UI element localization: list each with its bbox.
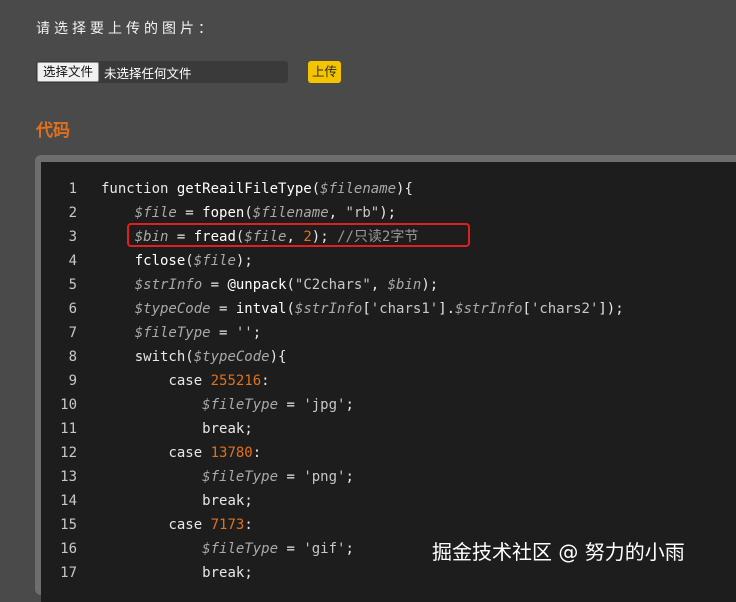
file-input-box[interactable]: 选择文件 未选择任何文件 [36,61,288,83]
no-file-text: 未选择任何文件 [104,65,192,81]
line-number: 5 [68,277,77,293]
code-line: 5 $strInfo = @unpack("C2chars", $bin); [41,273,736,297]
line-number: 2 [68,205,77,221]
watermark: 掘金技术社区 @ 努力的小雨 [432,540,685,564]
code-text: case 255216: [168,373,270,389]
line-number: 10 [60,397,77,413]
code-line: 9 case 255216: [41,369,736,393]
upload-prompt: 请选择要上传的图片： [36,21,216,37]
code-text: break; [202,565,253,581]
code-line: 11 break; [41,417,736,441]
file-input[interactable]: 选择文件 未选择任何文件 [36,60,288,84]
code-line: 14 break; [41,489,736,513]
code-line: 4 fclose($file); [41,249,736,273]
code-text: switch($typeCode){ [134,349,287,365]
code-text: $typeCode = intval($strInfo['chars1'].$s… [134,301,624,317]
code-text: $file = fopen($filename, "rb"); [134,205,397,221]
code-line: 7 $fileType = ''; [41,321,736,345]
code-text: fclose($file); [134,253,253,269]
line-number: 9 [68,373,77,389]
line-number: 4 [68,253,77,269]
line-number: 7 [68,325,77,341]
line-number: 14 [60,493,77,509]
code-line: 6 $typeCode = intval($strInfo['chars1'].… [41,297,736,321]
line-number: 8 [68,349,77,365]
code-text: $fileType = 'gif'; [202,541,354,557]
section-title: 代码 [36,121,70,141]
code-text: $fileType = 'jpg'; [202,397,354,413]
line-number: 15 [60,517,77,533]
line-number: 17 [60,565,77,581]
highlight-box [127,223,470,247]
code-line: 12 case 13780: [41,441,736,465]
line-number: 11 [60,421,77,437]
code-line: 15 case 7173: [41,513,736,537]
code-text: break; [202,493,253,509]
code-line: 13 $fileType = 'png'; [41,465,736,489]
code-text: $fileType = 'png'; [202,469,354,485]
upload-button[interactable]: 上传 [308,61,342,83]
code-text: function getReailFileType($filename){ [101,181,413,197]
line-number: 1 [68,181,77,197]
code-line: 2 $file = fopen($filename, "rb"); [41,201,736,225]
code-text: $fileType = ''; [134,325,262,341]
line-number: 3 [68,229,77,245]
code-text: case 7173: [168,517,253,533]
code-line: 10 $fileType = 'jpg'; [41,393,736,417]
code-text: $strInfo = @unpack("C2chars", $bin); [134,277,439,293]
line-number: 6 [68,301,77,317]
line-number: 12 [60,445,77,461]
line-number: 13 [60,469,77,485]
code-text: case 13780: [168,445,262,461]
code-line: 1 function getReailFileType($filename){ [41,177,736,201]
code-line: 8 switch($typeCode){ [41,345,736,369]
code-text: break; [202,421,253,437]
choose-file-button[interactable]: 选择文件 [37,62,100,82]
line-number: 16 [60,541,77,557]
